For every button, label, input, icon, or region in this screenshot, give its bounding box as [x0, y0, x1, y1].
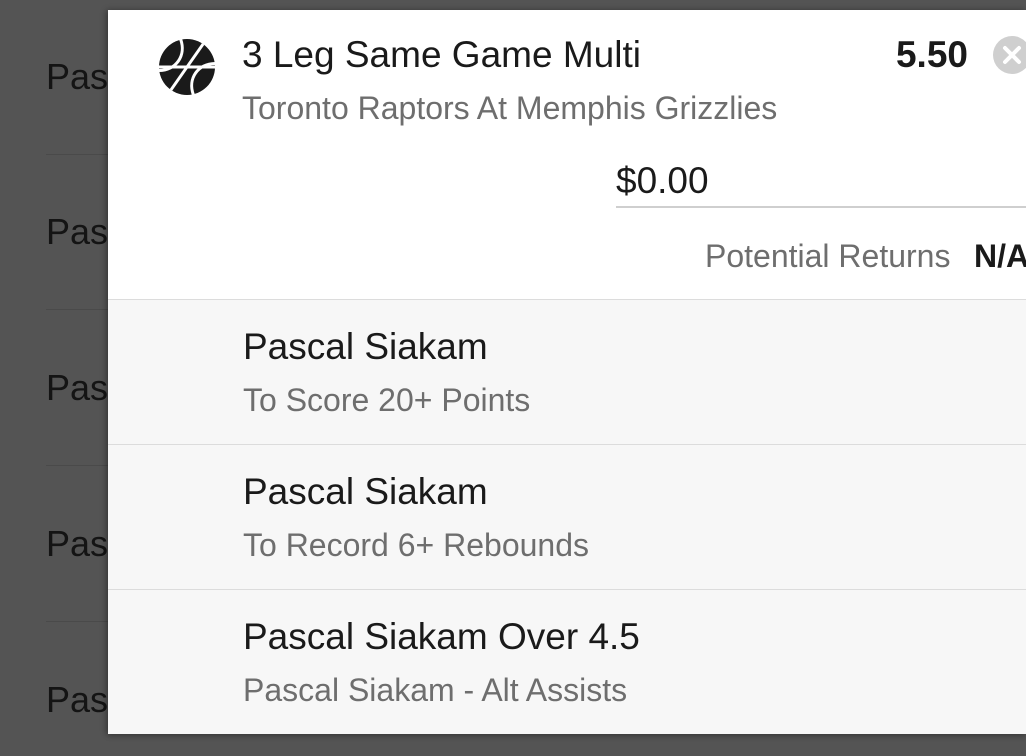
potential-returns-value: N/A	[974, 238, 1026, 274]
leg-market: Pascal Siakam - Alt Assists	[243, 672, 628, 708]
match-name: Toronto Raptors At Memphis Grizzlies	[242, 90, 778, 126]
list-item-label: Pas	[46, 679, 109, 720]
list-item-label: Pas	[46, 56, 109, 97]
leg-item: Pascal Siakam Over 4.5 Pascal Siakam - A…	[108, 590, 1026, 734]
list-item-label: Pas	[46, 523, 109, 564]
leg-title: Pascal Siakam	[243, 471, 488, 512]
leg-market: To Score 20+ Points	[243, 382, 531, 418]
leg-market: To Record 6+ Rebounds	[243, 527, 589, 563]
remove-bet-button[interactable]	[993, 36, 1026, 74]
leg-item: Pascal Siakam To Score 20+ Points	[108, 300, 1026, 445]
bet-legs: Pascal Siakam To Score 20+ Points Pascal…	[108, 300, 1026, 734]
bet-header: 3 Leg Same Game Multi 5.50 Toronto Rapto…	[108, 10, 1026, 300]
list-item-label: Pas	[46, 367, 109, 408]
leg-title: Pascal Siakam	[243, 326, 488, 367]
leg-title: Pascal Siakam Over 4.5	[243, 616, 640, 657]
stake-value: $0.00	[616, 160, 709, 201]
basketball-icon	[158, 38, 216, 96]
list-item-label: Pas	[46, 211, 109, 252]
leg-item: Pascal Siakam To Record 6+ Rebounds	[108, 445, 1026, 590]
stake-input[interactable]: $0.00	[616, 156, 1026, 208]
bet-odds[interactable]: 5.50	[896, 34, 968, 76]
close-icon	[1003, 46, 1021, 64]
potential-returns-label: Potential Returns	[705, 238, 951, 274]
bet-slip-panel: 3 Leg Same Game Multi 5.50 Toronto Rapto…	[108, 10, 1026, 734]
bet-title: 3 Leg Same Game Multi	[242, 34, 641, 75]
